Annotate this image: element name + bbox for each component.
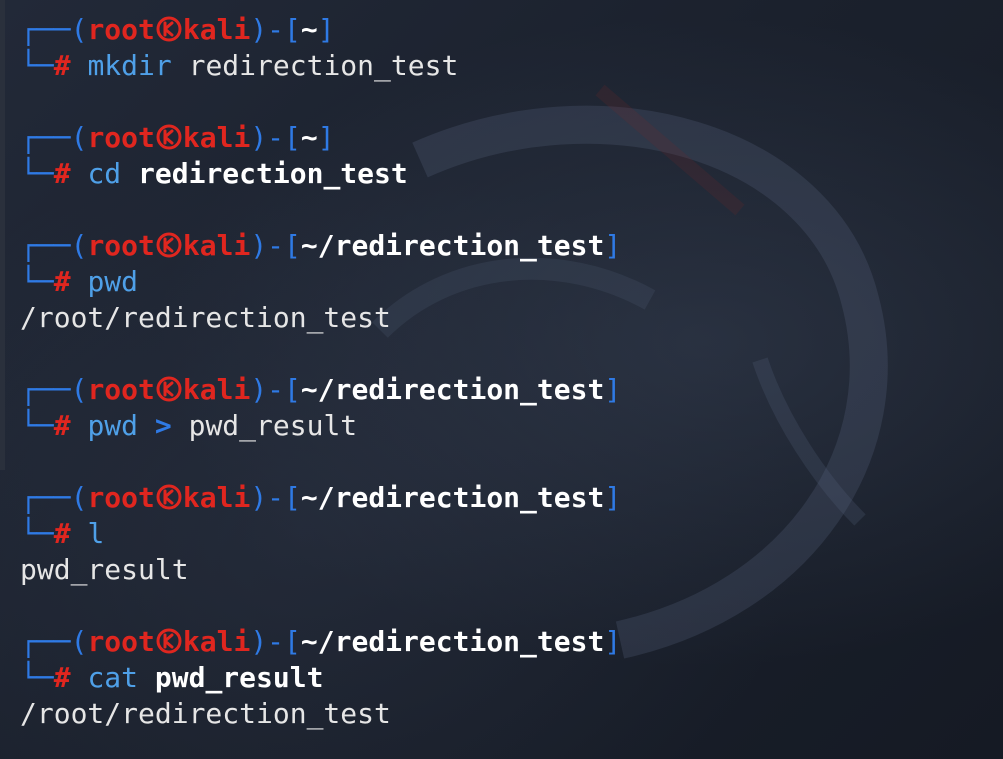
- prompt-host: kali: [182, 625, 251, 658]
- prompt-frame-top: ┌──(: [20, 13, 88, 46]
- prompt-frame-top: ┌──(: [20, 229, 88, 262]
- command-line[interactable]: └─# pwd > pwd_result: [20, 408, 995, 444]
- prompt-frame-mid: )-[: [250, 373, 301, 406]
- prompt-frame-bottom: └─: [20, 517, 54, 550]
- prompt-frame-mid: )-[: [250, 121, 301, 154]
- prompt-frame-mid: )-[: [250, 229, 301, 262]
- prompt-user: root: [87, 13, 155, 46]
- prompt-frame-end: ]: [317, 121, 335, 154]
- prompt-directory: ~: [300, 13, 318, 46]
- redirect-operator: >: [154, 409, 172, 442]
- command-output: pwd_result: [20, 553, 189, 586]
- prompt-host: kali: [182, 481, 251, 514]
- prompt-hash: #: [53, 409, 71, 442]
- prompt-user: root: [87, 373, 155, 406]
- kali-skull-icon: [156, 16, 182, 42]
- command-line[interactable]: └─# l: [20, 516, 995, 552]
- prompt-frame-mid: )-[: [250, 625, 301, 658]
- prompt-directory: ~: [300, 121, 318, 154]
- prompt-host: kali: [182, 373, 251, 406]
- prompt-user: root: [87, 229, 155, 262]
- prompt-host: kali: [182, 13, 251, 46]
- prompt-directory: ~/redirection_test: [300, 625, 605, 658]
- prompt-header-line: ┌──(root kali)-[~/redirection_test]: [20, 480, 995, 516]
- prompt-frame-end: ]: [604, 481, 622, 514]
- prompt-frame-end: ]: [604, 625, 622, 658]
- prompt-host: kali: [182, 229, 251, 262]
- command-name: pwd: [87, 409, 139, 442]
- command-output: /root/redirection_test: [20, 301, 391, 334]
- prompt-header-line: ┌──(root kali)-[~]: [20, 12, 995, 48]
- prompt-header-line: ┌──(root kali)-[~/redirection_test]: [20, 624, 995, 660]
- prompt-frame-end: ]: [604, 229, 622, 262]
- prompt-header-line: ┌──(root kali)-[~/redirection_test]: [20, 228, 995, 264]
- prompt-hash: #: [53, 49, 71, 82]
- prompt-directory: ~/redirection_test: [300, 481, 605, 514]
- prompt-hash: #: [53, 157, 71, 190]
- command-name: cat: [87, 661, 139, 694]
- prompt-frame-top: ┌──(: [20, 481, 88, 514]
- kali-skull-icon: [156, 124, 182, 150]
- command-line[interactable]: └─# pwd: [20, 264, 995, 300]
- prompt-directory: ~/redirection_test: [300, 229, 605, 262]
- prompt-frame-mid: )-[: [250, 13, 301, 46]
- prompt-user: root: [87, 625, 155, 658]
- prompt-frame-top: ┌──(: [20, 625, 88, 658]
- prompt-directory: ~/redirection_test: [300, 373, 605, 406]
- prompt-frame-bottom: └─: [20, 49, 54, 82]
- window-edge: [0, 0, 5, 470]
- prompt-frame-bottom: └─: [20, 661, 54, 694]
- command-argument: pwd_result: [154, 661, 324, 694]
- command-argument: redirection_test: [138, 157, 408, 190]
- prompt-frame-end: ]: [317, 13, 335, 46]
- prompt-frame-top: ┌──(: [20, 121, 88, 154]
- kali-skull-icon: [156, 628, 182, 654]
- command-argument: redirection_test: [188, 49, 459, 82]
- command-argument: pwd_result: [188, 409, 358, 442]
- prompt-user: root: [87, 121, 155, 154]
- kali-skull-icon: [156, 484, 182, 510]
- prompt-header-line: ┌──(root kali)-[~/redirection_test]: [20, 372, 995, 408]
- prompt-frame-bottom: └─: [20, 409, 54, 442]
- command-output: /root/redirection_test: [20, 697, 391, 730]
- prompt-hash: #: [53, 265, 71, 298]
- prompt-hash: #: [53, 661, 71, 694]
- prompt-frame-mid: )-[: [250, 481, 301, 514]
- kali-skull-icon: [156, 376, 182, 402]
- prompt-frame-end: ]: [604, 373, 622, 406]
- prompt-frame-bottom: └─: [20, 157, 54, 190]
- kali-skull-icon: [156, 232, 182, 258]
- prompt-frame-top: ┌──(: [20, 373, 88, 406]
- prompt-host: kali: [182, 121, 251, 154]
- command-name: cd: [87, 157, 122, 190]
- command-line[interactable]: └─# cat pwd_result: [20, 660, 995, 696]
- terminal-output[interactable]: ┌──(root kali)-[~] └─# mkdir redirection_t…: [20, 12, 995, 732]
- command-name: mkdir: [87, 49, 172, 82]
- command-line[interactable]: └─# mkdir redirection_test: [20, 48, 995, 84]
- command-line[interactable]: └─# cd redirection_test: [20, 156, 995, 192]
- prompt-frame-bottom: └─: [20, 265, 54, 298]
- command-name: pwd: [87, 265, 139, 298]
- prompt-hash: #: [53, 517, 71, 550]
- prompt-user: root: [87, 481, 155, 514]
- command-name: l: [87, 517, 105, 550]
- prompt-header-line: ┌──(root kali)-[~]: [20, 120, 995, 156]
